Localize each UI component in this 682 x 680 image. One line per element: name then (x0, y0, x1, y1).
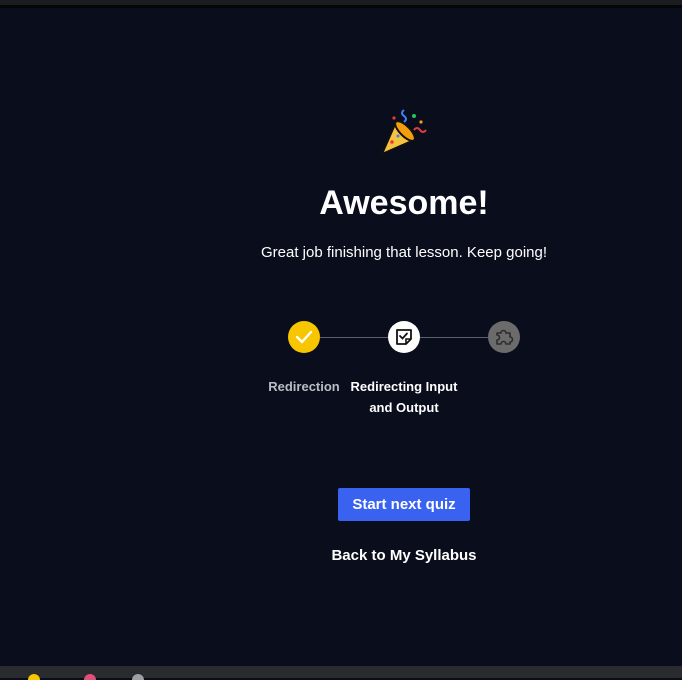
step-completed-node (288, 321, 320, 353)
progress-connector (420, 337, 488, 338)
start-next-quiz-button[interactable]: Start next quiz (338, 488, 470, 521)
taskbar (0, 666, 682, 680)
step-locked-node (488, 321, 520, 353)
window-top-bar (0, 0, 682, 8)
progress-connector (320, 337, 388, 338)
back-to-syllabus-link[interactable]: Back to My Syllabus (304, 547, 504, 564)
step-label-redirecting-io: Redirecting Input and Output (350, 379, 458, 415)
page-title: Awesome! (319, 184, 489, 222)
taskbar-app-icon[interactable] (132, 674, 144, 680)
step-current-node (388, 321, 420, 353)
completion-message: Great job finishing that lesson. Keep go… (260, 244, 548, 261)
step-label-redirection: Redirection (268, 379, 340, 394)
puzzle-icon (496, 329, 514, 345)
party-popper-icon (381, 109, 427, 155)
taskbar-app-icon[interactable] (84, 674, 96, 680)
taskbar-app-icon[interactable] (28, 674, 40, 680)
quiz-icon (396, 329, 412, 345)
check-icon (295, 330, 313, 344)
